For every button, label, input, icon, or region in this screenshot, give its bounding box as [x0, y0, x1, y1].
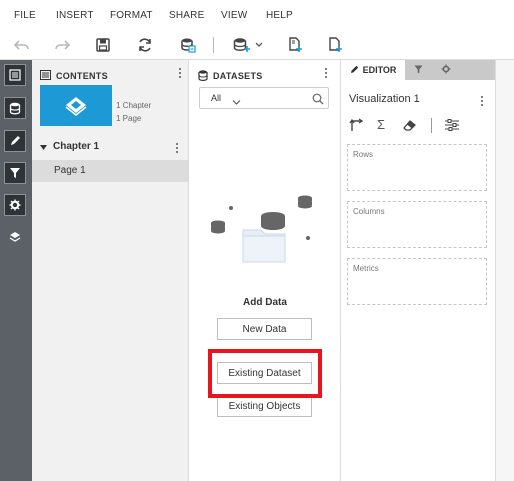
- visualization-title[interactable]: Visualization 1: [349, 93, 420, 105]
- tab-format-icon: [441, 61, 451, 79]
- editor-toolbar-divider: [431, 118, 432, 133]
- page-row[interactable]: Page 1: [32, 160, 188, 182]
- data-source-icon[interactable]: [178, 35, 198, 55]
- rows-dropzone[interactable]: Rows: [347, 144, 487, 191]
- menu-bar: FILE INSERT FORMAT SHARE VIEW HELP: [0, 0, 514, 30]
- add-data-icon[interactable]: [232, 35, 252, 55]
- new-chapter-icon[interactable]: [325, 35, 345, 55]
- format-icon[interactable]: [4, 194, 26, 216]
- contents-list-icon: [40, 70, 51, 82]
- visualization-more-icon[interactable]: [477, 94, 487, 108]
- add-data-heading: Add Data: [243, 297, 287, 308]
- contents-header: CONTENTS: [40, 65, 108, 87]
- search-icon[interactable]: [312, 92, 324, 110]
- chapter-more-icon[interactable]: [172, 141, 182, 155]
- dataset-filter-select[interactable]: All: [211, 93, 221, 103]
- left-icon-bar: [0, 60, 32, 481]
- canvas-edge: [495, 60, 514, 481]
- toolbar-divider: [213, 37, 214, 53]
- refresh-icon[interactable]: [135, 35, 155, 55]
- dataset-search-box[interactable]: All: [199, 87, 329, 109]
- new-page-icon[interactable]: [285, 35, 305, 55]
- datasets-more-icon[interactable]: [321, 66, 331, 80]
- datasets-header: DATASETS: [198, 65, 263, 87]
- tab-filter[interactable]: [407, 60, 429, 80]
- editor-tab-strip: EDITOR: [341, 60, 495, 80]
- existing-objects-button[interactable]: Existing Objects: [217, 395, 312, 417]
- existing-dataset-button[interactable]: Existing Dataset: [217, 362, 312, 384]
- chapter-count: 1 Chapter: [116, 101, 152, 110]
- layers-icon[interactable]: [4, 226, 26, 248]
- table-of-contents-icon[interactable]: [4, 64, 26, 86]
- toolbar: [0, 30, 514, 60]
- tab-format[interactable]: [435, 60, 457, 80]
- swap-axes-icon[interactable]: [349, 118, 364, 137]
- tab-editor-label: EDITOR: [362, 65, 397, 75]
- menu-view[interactable]: VIEW: [221, 10, 247, 21]
- chevron-down-icon[interactable]: [252, 35, 266, 55]
- columns-label: Columns: [353, 207, 385, 216]
- menu-format[interactable]: FORMAT: [110, 10, 153, 21]
- document-thumbnail[interactable]: [40, 85, 112, 126]
- menu-share[interactable]: SHARE: [169, 10, 204, 21]
- metrics-dropzone[interactable]: Metrics: [347, 258, 487, 305]
- rows-label: Rows: [353, 150, 374, 159]
- pencil-icon: [350, 65, 359, 76]
- datasets-title: DATASETS: [213, 71, 263, 81]
- contents-more-icon[interactable]: [175, 66, 185, 80]
- redo-icon[interactable]: [52, 35, 72, 55]
- filter-chevron-down-icon[interactable]: [232, 93, 241, 111]
- datasets-panel: DATASETS All Add Data New Data Existing …: [189, 60, 341, 481]
- editor-panel: EDITOR Visualization 1 Σ Rows Columns Me…: [341, 60, 495, 481]
- database-icon: [198, 69, 208, 83]
- menu-file[interactable]: FILE: [14, 10, 36, 21]
- contents-title: CONTENTS: [56, 71, 108, 81]
- chapter-label: Chapter 1: [53, 141, 100, 152]
- menu-insert[interactable]: INSERT: [56, 10, 94, 21]
- contents-panel: CONTENTS 1 Chapter 1 Page Chapter 1 Page…: [32, 60, 189, 481]
- chapter-row[interactable]: Chapter 1: [38, 140, 183, 156]
- add-data-illustration: [203, 190, 323, 270]
- menu-help[interactable]: HELP: [266, 10, 293, 21]
- tab-editor[interactable]: EDITOR: [341, 60, 405, 80]
- eraser-icon[interactable]: [403, 118, 417, 137]
- metrics-label: Metrics: [353, 264, 379, 273]
- new-data-button[interactable]: New Data: [217, 318, 312, 340]
- datasets-icon[interactable]: [4, 97, 26, 119]
- tab-filter-icon: [414, 61, 423, 79]
- save-icon[interactable]: [93, 35, 113, 55]
- undo-icon[interactable]: [12, 35, 32, 55]
- columns-dropzone[interactable]: Columns: [347, 201, 487, 248]
- page-count: 1 Page: [116, 114, 142, 123]
- sum-icon[interactable]: Σ: [377, 117, 385, 132]
- properties-sliders-icon[interactable]: [444, 117, 460, 138]
- page-label: Page 1: [54, 165, 86, 176]
- filter-icon[interactable]: [4, 162, 26, 184]
- editor-icon[interactable]: [4, 130, 26, 152]
- caret-down-icon[interactable]: [40, 143, 47, 154]
